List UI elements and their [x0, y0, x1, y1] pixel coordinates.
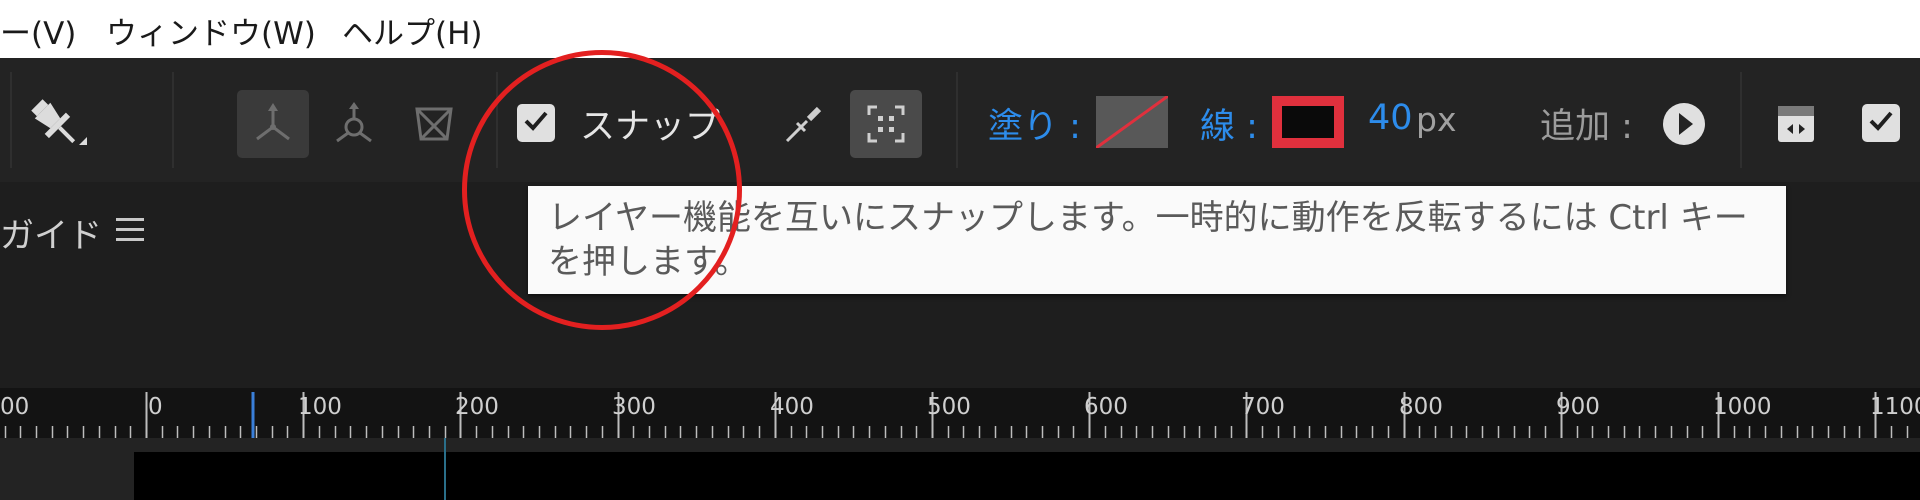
- snap-target-icon: [861, 99, 911, 149]
- puppet-icon: [329, 99, 379, 149]
- stroke-width-value[interactable]: 40: [1368, 98, 1413, 138]
- ruler-label: 400: [770, 394, 814, 420]
- snap-tooltip: レイヤー機能を互いにスナップします。一時的に動作を反転するには Ctrl キーを…: [528, 186, 1786, 294]
- tooltip-text: レイヤー機能を互いにスナップします。一時的に動作を反転するには Ctrl キーを…: [548, 198, 1748, 282]
- add-button[interactable]: [1648, 90, 1720, 158]
- timeline-track[interactable]: [134, 452, 1920, 500]
- menu-bar: ー(V) ウィンドウ(W) ヘルプ(H): [0, 0, 1920, 58]
- ruler-label: 500: [927, 394, 971, 420]
- toolbar-divider: [956, 72, 958, 168]
- stroke-color-swatch[interactable]: [1272, 96, 1344, 148]
- ruler-label: 300: [612, 394, 656, 420]
- add-play-icon: [1661, 101, 1707, 147]
- ruler-label: 700: [1241, 394, 1285, 420]
- fill-label[interactable]: 塗り :: [988, 98, 1081, 149]
- timeline-area: [0, 438, 1920, 500]
- checkmark-icon: [1868, 110, 1894, 136]
- app-window: ー(V) ウィンドウ(W) ヘルプ(H) スナップ 塗り: 線: 40 px…: [0, 0, 1920, 500]
- selection-3d-icon: [248, 99, 298, 149]
- view-axis-button[interactable]: [398, 90, 470, 158]
- snap-feature-button[interactable]: [768, 90, 840, 158]
- ruler-label: 600: [1084, 394, 1128, 420]
- world-axis-button[interactable]: [318, 90, 390, 158]
- toolbar-divider: [10, 72, 12, 168]
- ruler-label: 800: [1399, 394, 1443, 420]
- panel-toggle-button[interactable]: [1760, 90, 1832, 158]
- snap-label[interactable]: スナップ: [580, 98, 720, 149]
- panel-menu-icon[interactable]: [116, 218, 144, 242]
- add-label: 追加 :: [1540, 107, 1633, 147]
- ruler-label: 200: [455, 394, 499, 420]
- ruler-label: 1000: [1713, 394, 1772, 420]
- toolbar-divider: [172, 72, 174, 168]
- snap-target-button[interactable]: [850, 90, 922, 158]
- ruler-label: 00: [0, 394, 30, 420]
- ruler-label: 100: [298, 394, 342, 420]
- extra-checkbox[interactable]: [1862, 104, 1900, 142]
- local-axis-button[interactable]: [237, 90, 309, 158]
- guide-panel-title: ガイド: [0, 216, 102, 256]
- pin-icon: [21, 89, 91, 159]
- checkmark-icon: [523, 110, 549, 136]
- ruler-label: 900: [1556, 394, 1600, 420]
- ruler-label: 1100: [1870, 394, 1920, 420]
- stroke-label[interactable]: 線 :: [1200, 98, 1258, 149]
- timeline-ruler[interactable]: 00 0 100 200 300 400 500 600 700 800 900…: [0, 388, 1920, 438]
- toolbar: スナップ 塗り: 線: 40 px 追加:: [0, 58, 1920, 182]
- snap-checkbox[interactable]: [517, 104, 555, 142]
- stroke-width-unit: px: [1416, 100, 1457, 139]
- menu-help[interactable]: ヘルプ(H): [342, 8, 483, 53]
- panel-toggle-icon: [1775, 103, 1817, 145]
- stroke-swatch-inner: [1282, 106, 1334, 138]
- menu-view[interactable]: ー(V): [0, 8, 76, 53]
- menu-window[interactable]: ウィンドウ(W): [106, 8, 316, 53]
- playhead-line[interactable]: [444, 438, 446, 500]
- ruler-label: 0: [148, 394, 163, 420]
- toolbar-divider: [496, 72, 498, 168]
- toolbar-divider: [1740, 72, 1742, 168]
- pin-tool-button[interactable]: [20, 90, 92, 158]
- mesh-icon: [409, 99, 459, 149]
- magnet-pen-icon: [779, 99, 829, 149]
- fill-color-swatch[interactable]: [1096, 96, 1168, 148]
